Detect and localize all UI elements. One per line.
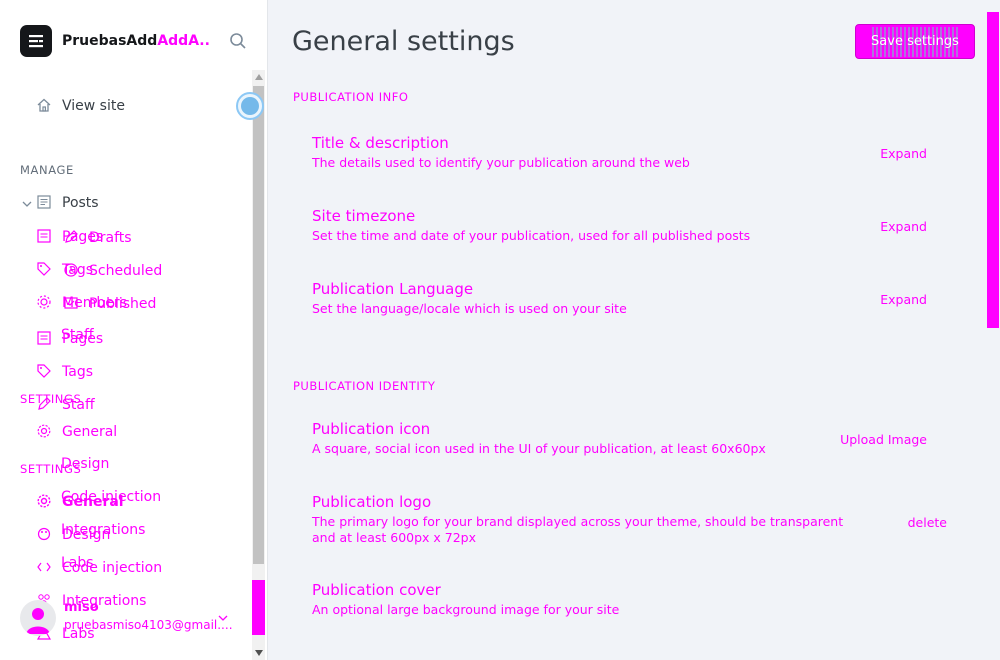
nav-posts-label: Posts [62, 195, 99, 211]
tag-icon [36, 261, 54, 279]
setting-description: The details used to identify your public… [312, 155, 690, 170]
tag-icon [36, 363, 54, 381]
nav-staff-label: Staff [62, 397, 95, 413]
setting-description: The primary logo for your brand displaye… [312, 514, 844, 545]
cursor-indicator [236, 92, 264, 120]
setting-publication-icon: Publication icon A square, social icon u… [312, 420, 932, 457]
main-content: General settings Save settings PUBLICATI… [268, 0, 1000, 660]
gear-icon [36, 493, 54, 511]
sidebar-scroll-thumb-highlight [252, 580, 265, 635]
setting-publication-cover: Publication cover An optional large back… [312, 581, 932, 618]
upload-image-button[interactable]: Upload Image [840, 432, 927, 447]
settings-section-label: SETTINGS [20, 462, 82, 476]
section-label-publication-identity: PUBLICATION IDENTITY [293, 379, 436, 393]
setting-title: Publication cover [312, 581, 441, 599]
pages-icon [36, 330, 54, 348]
nav-view-site[interactable]: View site [36, 97, 125, 115]
nav-published[interactable]: Published [63, 295, 156, 313]
setting-title: Publication Language [312, 280, 474, 298]
nav-staff[interactable]: Staff [36, 396, 95, 414]
home-icon [36, 97, 54, 115]
setting-publication-language: Publication Language Set the language/lo… [312, 280, 932, 317]
main-scroll-thumb[interactable] [987, 12, 999, 328]
nav-scheduled-label: Scheduled [89, 263, 163, 279]
code-icon [36, 559, 54, 577]
setting-description: An optional large background image for y… [312, 602, 620, 617]
sidebar-scrollbar[interactable] [252, 70, 265, 660]
brand-name-prefix: PruebasAdd [62, 33, 158, 49]
nav-general-1[interactable]: General [36, 423, 117, 441]
nav-scheduled[interactable]: Scheduled [63, 262, 162, 280]
setting-description: Set the language/locale which is used on… [312, 301, 627, 316]
setting-title: Site timezone [312, 207, 416, 225]
delete-button[interactable]: delete [908, 515, 947, 530]
setting-title: Publication icon [312, 420, 431, 438]
nav-general-1-label: General [62, 424, 118, 440]
brand[interactable]: PruebasAddAddA... [20, 25, 210, 57]
nav-code-injection[interactable]: Code injection [36, 559, 162, 577]
editor-logo-icon [20, 25, 52, 57]
manage-section-label: MANAGE [20, 163, 74, 177]
avatar-icon [20, 600, 56, 636]
pencil-icon [63, 229, 81, 247]
members-icon [36, 294, 54, 312]
nav-tags[interactable]: Tags [36, 363, 93, 381]
save-settings-label: Save settings [871, 34, 959, 49]
expand-button[interactable]: Expand [880, 146, 927, 161]
nav-posts[interactable]: Posts [20, 194, 99, 212]
search-icon[interactable] [229, 32, 247, 50]
nav-published-label: Published [89, 296, 157, 312]
pages-icon [36, 228, 54, 246]
setting-site-timezone: Site timezone Set the time and date of y… [312, 207, 932, 244]
setting-description: A square, social icon used in the UI of … [312, 441, 766, 456]
brand-name-suffix: AddA... [157, 33, 210, 49]
expand-button[interactable]: Expand [880, 219, 927, 234]
chevron-down-icon[interactable] [216, 610, 230, 624]
scroll-down-icon[interactable] [252, 646, 265, 660]
nav-drafts-label: Drafts [89, 230, 132, 246]
setting-publication-logo: Publication logo The primary logo for yo… [312, 493, 947, 546]
published-icon [63, 295, 81, 313]
nav-pages[interactable]: Pages [36, 330, 103, 348]
page-title: General settings [292, 26, 515, 57]
nav-view-site-label: View site [62, 98, 125, 114]
save-settings-button[interactable]: Save settings [855, 24, 975, 59]
sidebar-scroll-thumb[interactable] [253, 86, 264, 564]
posts-icon [36, 194, 54, 212]
nav-drafts[interactable]: Drafts [63, 229, 132, 247]
setting-title: Title & description [312, 134, 449, 152]
setting-title: Publication logo [312, 493, 432, 511]
setting-title-description: Title & description The details used to … [312, 134, 932, 171]
scroll-up-icon[interactable] [252, 70, 265, 84]
clock-icon [63, 262, 81, 280]
nav-general-label: General [62, 494, 124, 510]
user-name: miso [64, 600, 99, 615]
setting-description: Set the time and date of your publicatio… [312, 228, 751, 243]
nav-pages-label: Pages [62, 331, 104, 347]
nav-design-label: Design [62, 527, 111, 543]
expand-button[interactable]: Expand [880, 292, 927, 307]
section-label-publication-info: PUBLICATION INFO [293, 90, 409, 104]
nav-tags-label: Tags [62, 364, 93, 380]
nav-design[interactable]: Design [36, 526, 110, 544]
sidebar: PruebasAddAddA... View site MANAGE Posts… [0, 0, 268, 660]
brand-name: PruebasAddAddA... [62, 33, 210, 49]
user-menu[interactable]: miso pruebasmiso4103@gmail.... [20, 598, 260, 638]
main-scrollbar[interactable] [985, 0, 1000, 660]
design-icon [36, 526, 54, 544]
nav-code-injection-label: Code injection [62, 560, 163, 576]
nav-general[interactable]: General [36, 493, 124, 511]
chevron-down-icon[interactable] [20, 196, 34, 210]
staff-icon [36, 396, 54, 414]
gear-icon [36, 423, 54, 441]
